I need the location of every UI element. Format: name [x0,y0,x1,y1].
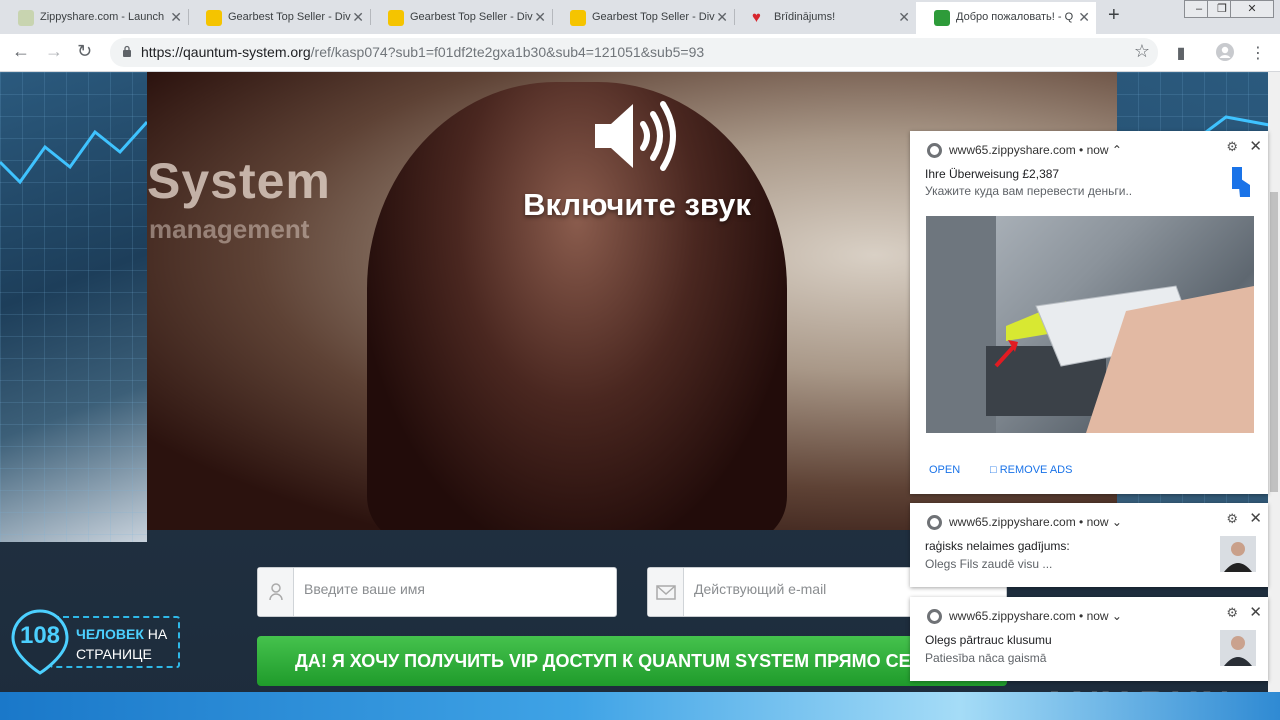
visitor-counter: 108 ЧЕЛОВЕК НА СТРАНИЦЕ [10,608,180,676]
visitor-label-bold: ЧЕЛОВЕК [76,626,144,642]
profile-avatar-icon[interactable] [1216,43,1234,61]
chart-line-decoration [0,120,147,185]
close-icon[interactable]: ✕ [1249,509,1262,527]
remove-ads-label: REMOVE ADS [999,464,1073,476]
notification-origin: www65.zippyshare.com • now ⌄ [949,609,1122,623]
tab-quantum-active[interactable]: Добро пожаловать! - Q ✕ [916,2,1096,34]
page-scrollbar[interactable] [1268,72,1280,692]
address-bar[interactable]: https://qauntum-system.org/ref/kasp074?s… [110,38,1158,67]
tab-title: Brīdinājums! [774,11,836,23]
extension-icon[interactable]: ▮ [1172,43,1190,62]
tab-close-icon[interactable]: ✕ [170,2,182,32]
speaker-volume-icon [595,101,676,171]
name-input[interactable] [304,581,606,597]
bookmark-star-icon[interactable]: ☆ [1134,41,1150,62]
visitor-label: ЧЕЛОВЕК НА СТРАНИЦЕ [76,624,180,664]
tab-close-icon[interactable]: ✕ [1078,2,1090,32]
video-brand-text: System [147,153,331,209]
tab-close-icon[interactable]: ✕ [898,2,910,32]
person-photo-icon [1220,536,1256,572]
gearbest-favicon-icon [388,10,404,26]
gear-icon[interactable]: ⚙ [1226,605,1238,621]
envelope-icon [648,568,684,616]
notification-title: Olegs pārtrauc klusumu [925,633,1052,647]
gear-icon[interactable]: ⚙ [1226,139,1238,155]
gear-icon[interactable]: ⚙ [1226,511,1238,527]
forward-arrow-icon[interactable]: → [45,41,63,62]
tab-bridinajums[interactable]: ♥ Brīdinājums! ✕ [734,2,916,34]
tab-zippyshare[interactable]: Zippyshare.com - Launch ✕ [0,2,188,34]
browser-toolbar: ← → ↻ https://qauntum-system.org/ref/kas… [0,34,1280,72]
notification-origin: www65.zippyshare.com • now ⌃ [949,143,1122,157]
remove-ads-button[interactable]: □ REMOVE ADS [990,464,1072,476]
heart-favicon-icon: ♥ [752,9,761,26]
background-left-panel [0,72,147,542]
gearbest-favicon-icon [206,10,222,26]
unmute-text: Включите звук [523,187,751,222]
tab-close-icon[interactable]: ✕ [534,2,546,32]
url-path: /ref/kasp074?sub1=f01df2te2gxa1b30&sub4=… [310,44,705,60]
url-host: https://qauntum-system.org [141,44,311,60]
notification-body: Patiesība nāca gaismā [925,651,1047,665]
close-icon[interactable]: ✕ [1249,137,1262,155]
tab-close-icon[interactable]: ✕ [716,2,728,32]
chrome-icon [927,515,942,530]
new-tab-plus-icon[interactable]: + [1108,4,1120,27]
tab-title: Gearbest Top Seller - Div [410,11,533,23]
notification-title: raģisks nelaimes gadījums: [925,539,1070,553]
scrollbar-thumb[interactable] [1270,192,1278,492]
notification-origin: www65.zippyshare.com • now ⌄ [949,515,1122,529]
gearbest-favicon-icon [570,10,586,26]
tab-close-icon[interactable]: ✕ [352,2,364,32]
back-arrow-icon[interactable]: ← [12,41,30,62]
tab-gearbest-1[interactable]: Gearbest Top Seller - Div ✕ [188,2,370,34]
windows-taskbar [0,692,1280,720]
visitor-count: 108 [19,622,61,649]
tab-title: Zippyshare.com - Launch [40,11,165,23]
quantum-favicon-icon [934,10,950,26]
person-photo-icon [1220,630,1256,666]
chrome-icon [927,143,942,158]
notification-body: Укажите куда вам перевести деньги.. [925,184,1133,198]
push-notification-silence[interactable]: www65.zippyshare.com • now ⌄ ⚙ ✕ Olegs p… [910,597,1268,681]
user-icon [258,568,294,616]
name-field [257,567,617,617]
close-icon[interactable]: ✕ [1249,603,1262,621]
tab-title: Gearbest Top Seller - Div [228,11,351,23]
video-brand-subtext: management [149,214,310,244]
browser-tab-strip: Zippyshare.com - Launch ✕ Gearbest Top S… [0,0,1280,34]
vip-access-button[interactable]: ДА! Я ХОЧУ ПОЛУЧИТЬ VIP ДОСТУП К QUANTUM… [257,636,1007,686]
tab-gearbest-3[interactable]: Gearbest Top Seller - Div ✕ [552,2,734,34]
notification-body: Olegs Fils zaudē visu ... [925,557,1053,571]
tab-title: Добро пожаловать! - Q [956,11,1074,23]
url-text: https://qauntum-system.org/ref/kasp074?s… [141,44,704,60]
reload-icon[interactable]: ↻ [77,41,92,62]
tab-title: Gearbest Top Seller - Div [592,11,715,23]
notification-title: Ihre Überweisung £2,387 [925,167,1060,181]
menu-dots-icon[interactable]: ⋮ [1249,43,1267,62]
push-notification-accident[interactable]: www65.zippyshare.com • now ⌄ ⚙ ✕ raģisks… [910,503,1268,587]
push-notification-transfer[interactable]: www65.zippyshare.com • now ⌃ ⚙ ✕ Ihre Üb… [910,131,1268,494]
zippyshare-favicon-icon [18,10,34,26]
unmute-prompt[interactable]: Включите звук [487,96,787,223]
lock-icon [123,45,131,57]
close-window-icon[interactable]: ✕ [1230,0,1274,18]
card-hand-icon [1232,167,1250,197]
tab-gearbest-2[interactable]: Gearbest Top Seller - Div ✕ [370,2,552,34]
open-notification-button[interactable]: OPEN [929,464,960,476]
atm-card-image [926,216,1254,433]
chrome-icon [927,609,942,624]
